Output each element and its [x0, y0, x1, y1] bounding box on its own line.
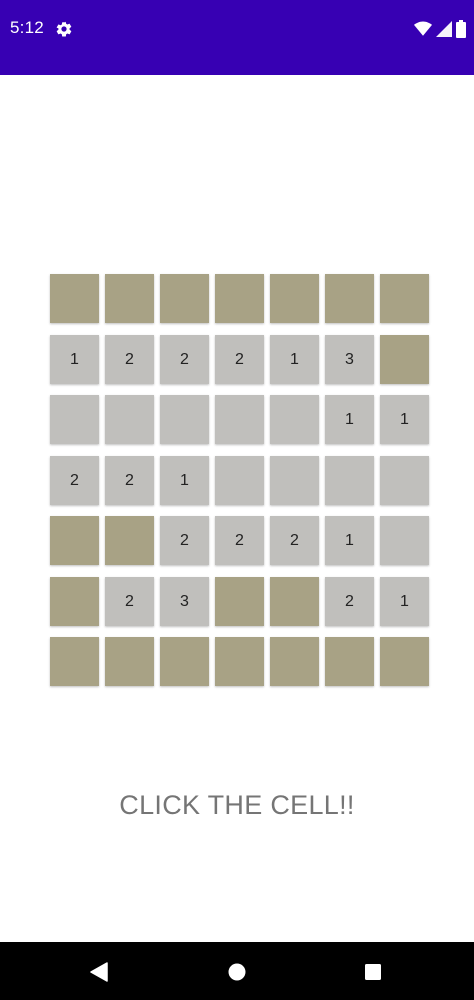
board-cell-r1-c7[interactable] [380, 274, 429, 323]
board-cell-r1-c3[interactable] [160, 274, 209, 323]
minesweeper-board: 1222131122122212321 [50, 274, 430, 687]
board-cell-r7-c5[interactable] [270, 637, 319, 686]
board-cell-r2-c7[interactable] [380, 335, 429, 384]
board-cell-r5-c3[interactable]: 2 [160, 516, 209, 565]
board-cell-r3-c4[interactable] [215, 395, 264, 444]
board-cell-r3-c6[interactable]: 1 [325, 395, 374, 444]
board-cell-r2-c3[interactable]: 2 [160, 335, 209, 384]
board-cell-r7-c2[interactable] [105, 637, 154, 686]
status-bar: 5:12 [0, 0, 474, 75]
board-cell-r2-c1[interactable]: 1 [50, 335, 99, 384]
board-cell-r4-c5[interactable] [270, 456, 319, 505]
board-cell-r1-c2[interactable] [105, 274, 154, 323]
board-cell-r3-c3[interactable] [160, 395, 209, 444]
wifi-icon [414, 21, 432, 37]
board-cell-r4-c6[interactable] [325, 456, 374, 505]
board-cell-r3-c2[interactable] [105, 395, 154, 444]
battery-icon [456, 20, 466, 38]
settings-icon [55, 20, 73, 38]
back-icon[interactable] [88, 961, 110, 983]
board-cell-r6-c3[interactable]: 3 [160, 577, 209, 626]
board-cell-r1-c5[interactable] [270, 274, 319, 323]
board-cell-r6-c4[interactable] [215, 577, 264, 626]
board-cell-r3-c7[interactable]: 1 [380, 395, 429, 444]
status-time: 5:12 [10, 18, 44, 37]
status-icons [414, 20, 466, 38]
board-cell-r4-c1[interactable]: 2 [50, 456, 99, 505]
board-cell-r1-c4[interactable] [215, 274, 264, 323]
board-cell-r6-c5[interactable] [270, 577, 319, 626]
board-cell-r5-c7[interactable] [380, 516, 429, 565]
board-cell-r6-c7[interactable]: 1 [380, 577, 429, 626]
board-cell-r6-c1[interactable] [50, 577, 99, 626]
home-icon[interactable] [226, 961, 248, 983]
recents-icon[interactable] [362, 961, 384, 983]
board-cell-r2-c2[interactable]: 2 [105, 335, 154, 384]
board-cell-r7-c1[interactable] [50, 637, 99, 686]
board-cell-r4-c2[interactable]: 2 [105, 456, 154, 505]
board-cell-r7-c3[interactable] [160, 637, 209, 686]
signal-icon [436, 21, 452, 37]
board-cell-r3-c1[interactable] [50, 395, 99, 444]
board-cell-r1-c1[interactable] [50, 274, 99, 323]
board-cell-r5-c1[interactable] [50, 516, 99, 565]
board-cell-r7-c7[interactable] [380, 637, 429, 686]
board-cell-r4-c7[interactable] [380, 456, 429, 505]
board-cell-r1-c6[interactable] [325, 274, 374, 323]
board-cell-r6-c6[interactable]: 2 [325, 577, 374, 626]
navigation-bar [0, 942, 474, 1000]
board-cell-r4-c3[interactable]: 1 [160, 456, 209, 505]
board-cell-r5-c2[interactable] [105, 516, 154, 565]
board-cell-r7-c4[interactable] [215, 637, 264, 686]
board-cell-r7-c6[interactable] [325, 637, 374, 686]
board-cell-r4-c4[interactable] [215, 456, 264, 505]
board-cell-r5-c4[interactable]: 2 [215, 516, 264, 565]
board-cell-r6-c2[interactable]: 2 [105, 577, 154, 626]
board-cell-r2-c6[interactable]: 3 [325, 335, 374, 384]
board-cell-r5-c6[interactable]: 1 [325, 516, 374, 565]
board-cell-r2-c5[interactable]: 1 [270, 335, 319, 384]
board-cell-r5-c5[interactable]: 2 [270, 516, 319, 565]
board-cell-r2-c4[interactable]: 2 [215, 335, 264, 384]
board-cell-r3-c5[interactable] [270, 395, 319, 444]
instruction-message: CLICK THE CELL!! [119, 790, 355, 820]
